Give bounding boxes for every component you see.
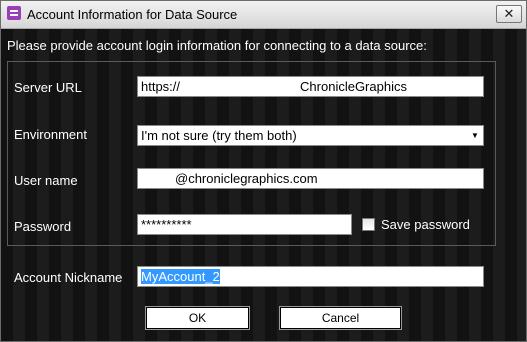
close-icon: ✕	[503, 6, 515, 21]
account-nickname-label: Account Nickname	[14, 270, 123, 285]
server-url-label: Server URL	[14, 80, 82, 95]
server-url-prefix: https://	[141, 79, 181, 94]
environment-label: Environment	[14, 127, 87, 142]
cancel-button[interactable]: Cancel	[279, 306, 402, 330]
password-value: **********	[141, 217, 192, 232]
account-nickname-input[interactable]: MyAccount_2	[137, 266, 484, 287]
window-title: Account Information for Data Source	[27, 7, 238, 22]
close-button[interactable]: ✕	[496, 5, 522, 23]
app-icon	[7, 6, 21, 20]
dialog-window: Account Information for Data Source ✕ Pl…	[0, 0, 527, 342]
server-url-input[interactable]: https:// ChronicleGraphics	[137, 76, 484, 97]
title-bar[interactable]: Account Information for Data Source ✕	[1, 1, 526, 29]
instruction-text: Please provide account login information…	[7, 38, 427, 53]
user-name-value: @chroniclegraphics.com	[175, 171, 318, 186]
account-nickname-value: MyAccount_2	[141, 269, 220, 284]
server-url-suffix: ChronicleGraphics	[300, 79, 407, 94]
password-input[interactable]: **********	[137, 214, 352, 235]
save-password-label[interactable]: Save password	[381, 217, 470, 232]
user-name-input[interactable]: @chroniclegraphics.com	[137, 168, 484, 189]
ok-button[interactable]: OK	[145, 306, 250, 330]
dropdown-arrow-icon[interactable]: ▼	[469, 128, 481, 143]
environment-select[interactable]: I'm not sure (try them both) ▼	[137, 125, 484, 146]
user-name-label: User name	[14, 173, 78, 188]
save-password-checkbox[interactable]	[362, 218, 375, 231]
environment-selected-value: I'm not sure (try them both)	[141, 128, 297, 143]
password-label: Password	[14, 219, 72, 234]
